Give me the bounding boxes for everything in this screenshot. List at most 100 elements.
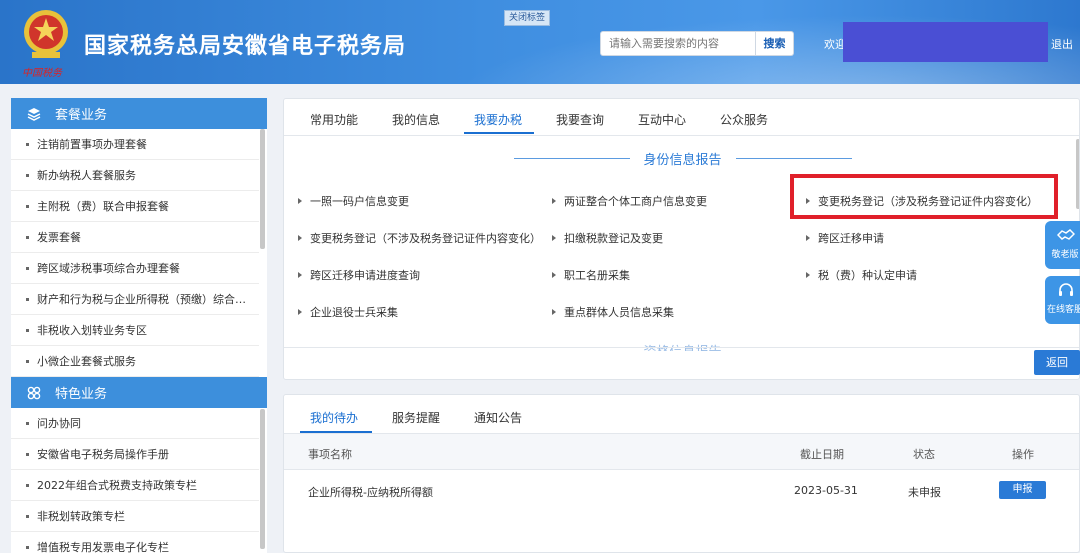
sidebar-item[interactable]: 非税划转政策专栏 bbox=[11, 501, 259, 532]
sidebar-item-label: 主附税（费）联合申报套餐 bbox=[37, 200, 169, 213]
service-link[interactable]: 扣缴税款登记及变更 bbox=[552, 230, 663, 246]
sidebar-item-label: 安徽省电子税务局操作手册 bbox=[37, 448, 169, 461]
service-link[interactable]: 税（费）种认定申请 bbox=[806, 267, 917, 283]
service-link[interactable]: 重点群体人员信息采集 bbox=[552, 304, 674, 320]
sidebar-group-package[interactable]: 套餐业务 bbox=[11, 98, 267, 129]
tab-service-reminder[interactable]: 服务提醒 bbox=[392, 409, 440, 426]
main-tabs: 常用功能 我的信息 我要办税 我要查询 互动中心 公众服务 bbox=[284, 99, 1079, 136]
emblem-caption: 中国税务 bbox=[22, 68, 62, 79]
service-link[interactable]: 职工名册采集 bbox=[552, 267, 630, 283]
caret-right-icon bbox=[552, 309, 556, 315]
service-label: 职工名册采集 bbox=[564, 269, 630, 282]
declare-button[interactable]: 申报 bbox=[999, 481, 1046, 499]
sidebar-item-label: 2022年组合式税费支持政策专栏 bbox=[37, 479, 197, 492]
panel-divider bbox=[284, 347, 1079, 348]
column-header-status: 状态 bbox=[913, 448, 935, 461]
service-label: 两证整合个体工商户信息变更 bbox=[564, 195, 707, 208]
sidebar-item[interactable]: 跨区域涉税事项综合办理套餐 bbox=[11, 253, 259, 284]
sidebar-item[interactable]: 发票套餐 bbox=[11, 222, 259, 253]
service-link[interactable]: 跨区迁移申请进度查询 bbox=[298, 267, 420, 283]
bullet-icon bbox=[26, 297, 29, 301]
sidebar-group-title: 特色业务 bbox=[55, 387, 108, 402]
tax-emblem-icon bbox=[24, 10, 68, 58]
sidebar-item-label: 新办纳税人套餐服务 bbox=[37, 169, 136, 182]
tab-my-todo[interactable]: 我的待办 bbox=[310, 409, 358, 426]
service-label: 跨区迁移申请进度查询 bbox=[310, 269, 420, 282]
tab-public-service[interactable]: 公众服务 bbox=[720, 111, 768, 128]
tab-common[interactable]: 常用功能 bbox=[310, 111, 358, 128]
todo-item-name: 企业所得税-应纳税所得额 bbox=[308, 486, 433, 499]
service-label: 扣缴税款登记及变更 bbox=[564, 232, 663, 245]
sidebar-group-featured[interactable]: 特色业务 bbox=[11, 377, 267, 408]
search-button[interactable]: 搜索 bbox=[756, 31, 794, 56]
caret-right-icon bbox=[552, 235, 556, 241]
todo-panel: 我的待办 服务提醒 通知公告 事项名称 截止日期 状态 操作 企业所得税-应纳税… bbox=[283, 394, 1080, 553]
bullet-icon bbox=[26, 235, 29, 239]
service-link[interactable]: 企业退役士兵采集 bbox=[298, 304, 398, 320]
caret-right-icon bbox=[806, 272, 810, 278]
tab-interaction[interactable]: 互动中心 bbox=[638, 111, 686, 128]
service-link[interactable]: 变更税务登记（不涉及税务登记证件内容变化） bbox=[298, 230, 541, 246]
logout-link[interactable]: 退出 bbox=[1051, 36, 1073, 52]
sidebar-item[interactable]: 注销前置事项办理套餐 bbox=[11, 129, 259, 160]
back-button[interactable]: 返回 bbox=[1034, 350, 1080, 375]
column-header-name: 事项名称 bbox=[308, 448, 352, 461]
bullet-icon bbox=[26, 421, 29, 425]
highlight-annotation bbox=[790, 174, 1058, 219]
service-link[interactable]: 一照一码户信息变更 bbox=[298, 193, 409, 209]
tab-my-info[interactable]: 我的信息 bbox=[392, 111, 440, 128]
todo-item-deadline: 2023-05-31 bbox=[794, 484, 858, 497]
sidebar-item[interactable]: 主附税（费）联合申报套餐 bbox=[11, 191, 259, 222]
table-header: 事项名称 截止日期 状态 操作 bbox=[284, 434, 1079, 470]
section-divider-right bbox=[736, 158, 852, 159]
bullet-icon bbox=[26, 204, 29, 208]
site-title: 国家税务总局安徽省电子税务局 bbox=[84, 34, 407, 59]
service-label: 税（费）种认定申请 bbox=[818, 269, 917, 282]
sidebar-item[interactable]: 非税收入划转业务专区 bbox=[11, 315, 259, 346]
bullet-icon bbox=[26, 328, 29, 332]
close-tag-button[interactable]: 关闭标签 bbox=[504, 10, 550, 26]
sidebar-item[interactable]: 增值税专用发票电子化专栏 bbox=[11, 532, 259, 553]
sidebar-item-label: 小微企业套餐式服务 bbox=[37, 355, 136, 368]
sidebar-item[interactable]: 财产和行为税与企业所得税（预缴）综合… bbox=[11, 284, 259, 315]
online-service-button[interactable]: 在线客服 bbox=[1045, 276, 1080, 324]
service-label: 一照一码户信息变更 bbox=[310, 195, 409, 208]
active-tab-indicator bbox=[464, 132, 534, 134]
search-input[interactable] bbox=[600, 31, 756, 56]
bullet-icon bbox=[26, 545, 29, 549]
sidebar-item[interactable]: 小微企业套餐式服务 bbox=[11, 346, 259, 377]
sidebar-item-label: 问办协同 bbox=[37, 417, 81, 430]
service-scrollbar[interactable] bbox=[1076, 139, 1079, 209]
layers-icon bbox=[27, 107, 41, 121]
section-title: 身份信息报告 bbox=[643, 153, 722, 168]
service-label: 重点群体人员信息采集 bbox=[564, 306, 674, 319]
sidebar-item[interactable]: 2022年组合式税费支持政策专栏 bbox=[11, 470, 259, 501]
todo-item-status: 未申报 bbox=[908, 486, 941, 499]
sidebar-item[interactable]: 安徽省电子税务局操作手册 bbox=[11, 439, 259, 470]
caret-right-icon bbox=[552, 272, 556, 278]
bullet-icon bbox=[26, 142, 29, 146]
sidebar-item-label: 非税收入划转业务专区 bbox=[37, 324, 147, 337]
service-panel: 常用功能 我的信息 我要办税 我要查询 互动中心 公众服务 身份信息报告 一照一… bbox=[283, 98, 1080, 380]
sidebar-scrollbar[interactable] bbox=[260, 129, 265, 249]
tab-tax-handling[interactable]: 我要办税 bbox=[474, 111, 522, 128]
bullet-icon bbox=[26, 359, 29, 363]
sidebar-item[interactable]: 问办协同 bbox=[11, 408, 259, 439]
tab-query[interactable]: 我要查询 bbox=[556, 111, 604, 128]
service-link[interactable]: 跨区迁移申请 bbox=[806, 230, 884, 246]
service-link[interactable]: 两证整合个体工商户信息变更 bbox=[552, 193, 707, 209]
sidebar-item[interactable]: 新办纳税人套餐服务 bbox=[11, 160, 259, 191]
service-label: 跨区迁移申请 bbox=[818, 232, 884, 245]
elder-mode-button[interactable]: 敬老版 bbox=[1045, 221, 1080, 269]
sidebar-scrollbar[interactable] bbox=[260, 409, 265, 549]
caret-right-icon bbox=[298, 272, 302, 278]
sidebar-item-label: 财产和行为税与企业所得税（预缴）综合… bbox=[37, 293, 246, 306]
caret-right-icon bbox=[298, 309, 302, 315]
grid-flower-icon bbox=[27, 386, 41, 399]
caret-right-icon bbox=[298, 235, 302, 241]
tab-notice[interactable]: 通知公告 bbox=[474, 409, 522, 426]
handshake-icon bbox=[1057, 229, 1075, 240]
bullet-icon bbox=[26, 173, 29, 177]
bullet-icon bbox=[26, 514, 29, 518]
online-service-label: 在线客服 bbox=[1046, 305, 1080, 315]
